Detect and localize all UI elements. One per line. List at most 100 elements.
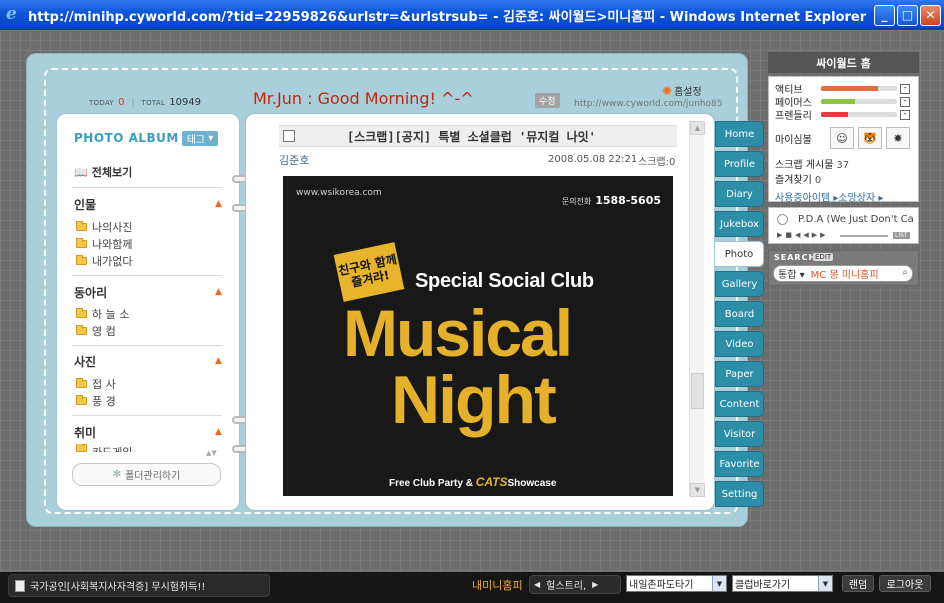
scrap-board[interactable]: 스크랩 게시물 37 즐겨찾기 0: [775, 156, 849, 186]
my-minihompy-link[interactable]: 내미니홈피: [472, 577, 523, 593]
player-controls[interactable]: ▶■◀◀▶▶: [777, 231, 829, 239]
tab-favorite[interactable]: Favorite: [715, 451, 764, 477]
collapse-caret-icon[interactable]: ▲: [215, 199, 222, 209]
tag-label: 태그: [186, 135, 206, 146]
folder-scroll-arrows-icon[interactable]: ▲▼: [206, 449, 217, 457]
friend-navigator[interactable]: ◀ 헐스트리, ▶: [529, 575, 621, 594]
post-date: 2008.05.08 22:21: [548, 154, 638, 165]
tab-gallery[interactable]: Gallery: [715, 271, 764, 297]
folder-item[interactable]: 카드게임: [76, 444, 132, 452]
folder-item[interactable]: 내가없다: [76, 253, 132, 269]
cyworld-home-button[interactable]: 싸이월드 홈: [768, 52, 919, 73]
symbol-star-icon[interactable]: ✸: [886, 127, 910, 149]
tab-content[interactable]: Content: [715, 391, 764, 417]
scroll-thumb[interactable]: [691, 373, 704, 409]
close-button[interactable]: ✕: [920, 4, 941, 26]
tab-setting[interactable]: Setting: [715, 481, 764, 507]
scroll-down-icon[interactable]: ▼: [690, 483, 705, 497]
minimize-button[interactable]: _: [874, 4, 895, 26]
visit-counter: TODAY 0 | TOTAL 10949: [89, 97, 202, 108]
folder-item[interactable]: 하 늘 소: [76, 306, 129, 322]
edit-title-button[interactable]: 수정: [535, 93, 560, 108]
player-track-title: P.D.A (We Just Don't Care): [798, 214, 914, 225]
random-button[interactable]: 랜덤: [842, 575, 874, 592]
home-setting-link[interactable]: ✺ 홈설정: [662, 83, 702, 99]
search-edit-button[interactable]: EDIT: [813, 253, 834, 261]
folder-group-title[interactable]: 취미: [74, 424, 96, 441]
poster-site: www.wsikorea.com: [296, 188, 382, 198]
tab-paper[interactable]: Paper: [715, 361, 764, 387]
homepage-url[interactable]: http://www.cyworld.com/junho85: [574, 99, 722, 109]
playlist-button[interactable]: LIST: [893, 232, 910, 239]
divider: [72, 345, 222, 346]
folder-icon: [76, 238, 87, 248]
ad-banner[interactable]: 국가공인[사회복지사자격증] 무시험취득!!: [8, 574, 270, 597]
prev-arrow-icon[interactable]: ◀: [534, 580, 540, 589]
book-icon: 📖: [74, 165, 88, 179]
chevron-down-icon[interactable]: ▼: [818, 576, 832, 591]
volume-slider[interactable]: [840, 232, 888, 237]
next-arrow-icon[interactable]: ▶: [592, 580, 598, 589]
favorites-count: 0: [814, 175, 822, 186]
folder-item[interactable]: 영 컴: [76, 323, 116, 339]
folder-manage-button[interactable]: ✻ 폴더관리하기: [72, 463, 221, 486]
collapse-icon[interactable]: -: [900, 83, 910, 94]
symbol-face-icon[interactable]: ☺: [830, 127, 854, 149]
post-author[interactable]: 김준호: [279, 152, 309, 168]
tab-photo[interactable]: Photo: [715, 241, 764, 267]
folder-group-title[interactable]: 사진: [74, 353, 96, 370]
item-links[interactable]: 사용중아이템 ▸소망상자 ▸: [775, 189, 883, 204]
window-titlebar[interactable]: e http://minihp.cyworld.com/?tid=2295982…: [0, 0, 944, 30]
today-label: TODAY: [89, 99, 115, 107]
search-query: MC 몽 미니홈피: [810, 270, 879, 281]
ilchon-surf-select[interactable]: 내일촌파도타기 ▼: [626, 575, 727, 592]
post-select-checkbox[interactable]: [283, 130, 295, 142]
folder-group-title[interactable]: 인물: [74, 196, 96, 213]
folder-group-title[interactable]: 동아리: [74, 284, 107, 301]
folder-item[interactable]: 풍 경: [76, 393, 116, 409]
tab-profile[interactable]: Profile: [715, 151, 764, 177]
search-scope-select[interactable]: 통합 ▾: [778, 266, 805, 281]
chevron-down-icon[interactable]: ▼: [712, 576, 726, 591]
club-shortcut-select[interactable]: 클럽바로가기 ▼: [732, 575, 833, 592]
meter-label: 프렌들리: [775, 111, 812, 122]
collapse-icon[interactable]: -: [900, 96, 910, 107]
maximize-button[interactable]: □: [897, 4, 918, 26]
folder-item[interactable]: 나와함께: [76, 236, 132, 252]
tab-home[interactable]: Home: [715, 121, 764, 147]
ilchon-surf-value: 내일촌파도타기: [629, 580, 694, 591]
post-title: [스크랩][공지] 특별 소셜클럽 '뮤지컬 나잇': [347, 129, 596, 144]
my-symbol-label: 마이심볼: [775, 135, 812, 146]
folder-icon: [76, 378, 87, 388]
symbol-tiger-icon[interactable]: 🐯: [858, 127, 882, 149]
search-input[interactable]: 통합 ▾ MC 몽 미니홈피 ⌕: [773, 265, 913, 282]
tab-jukebox[interactable]: Jukebox: [715, 211, 764, 237]
collapse-icon[interactable]: -: [900, 109, 910, 120]
gear-icon: ✻: [112, 469, 122, 480]
collapse-caret-icon[interactable]: ▲: [215, 356, 222, 366]
tab-video[interactable]: Video: [715, 331, 764, 357]
home-setting-label: 홈설정: [674, 87, 702, 98]
meter-fill: [821, 112, 848, 117]
logout-button[interactable]: 로그아웃: [879, 575, 931, 592]
search-icon[interactable]: ⌕: [902, 267, 908, 278]
folder-icon: [76, 255, 87, 265]
view-all-link[interactable]: 📖 전체보기: [74, 164, 132, 180]
tab-diary[interactable]: Diary: [715, 181, 764, 207]
folder-item[interactable]: 접 사: [76, 376, 116, 392]
tab-board[interactable]: Board: [715, 301, 764, 327]
gear-icon: ✺: [662, 83, 673, 98]
poster-phone-number: 1588-5605: [595, 194, 661, 207]
collapse-caret-icon[interactable]: ▲: [215, 287, 222, 297]
total-label: TOTAL: [141, 99, 166, 107]
folder-item[interactable]: 나의사진: [76, 219, 132, 235]
poster-badge: 친구와 함께 즐겨라!: [333, 242, 405, 302]
scrap-board-label: 스크랩 게시물: [775, 160, 834, 171]
folder-icon: [76, 325, 87, 335]
tag-button[interactable]: 태그 ▾: [182, 131, 218, 146]
tab-visitor[interactable]: Visitor: [715, 421, 764, 447]
divider: [72, 275, 222, 276]
collapse-caret-icon[interactable]: ▲: [215, 427, 222, 437]
content-scrollbar[interactable]: ▲ ▼: [689, 121, 705, 497]
scroll-up-icon[interactable]: ▲: [690, 121, 705, 135]
